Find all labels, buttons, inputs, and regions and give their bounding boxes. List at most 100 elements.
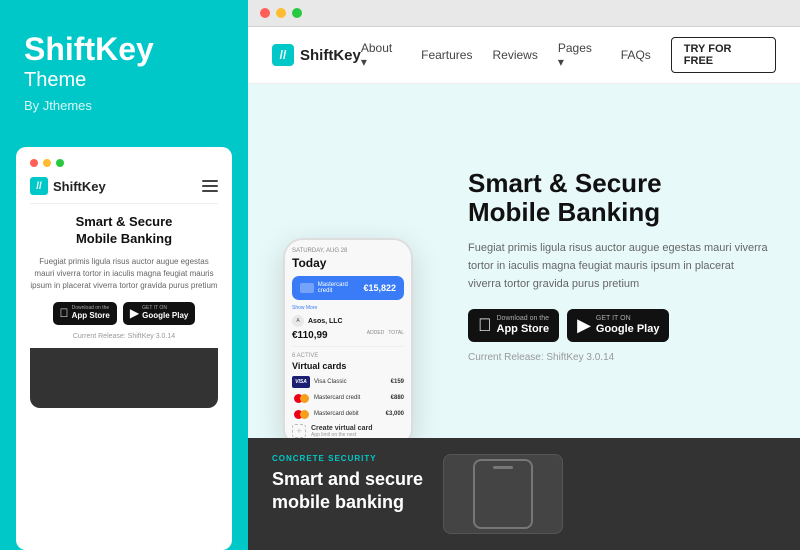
bottom-phone-notch <box>493 466 513 469</box>
google-play-icon: ▶ <box>577 315 591 336</box>
hero-store-buttons:  Download on the App Store ▶ GET IT ON … <box>468 309 770 342</box>
hero-app-store-text: Download on the App Store <box>497 315 550 336</box>
preview-app-store-big: App Store <box>72 311 110 321</box>
browser-dot-green[interactable] <box>292 8 302 18</box>
browser-dot-red[interactable] <box>260 8 270 18</box>
nav-about[interactable]: About ▾ <box>361 41 401 69</box>
phone-card-amount: €15,822 <box>363 283 396 293</box>
website-logo: // ShiftKey <box>272 44 361 66</box>
phone-visa-card-name: Visa Classic <box>314 379 347 385</box>
phone-card-left: Mastercard credit <box>300 282 363 294</box>
phone-date: SATURDAY, AUG 28 <box>292 248 404 254</box>
website-bottom-section: CONCRETE SECURITY Smart and securemobile… <box>248 438 800 550</box>
phone-card-row-mc2: Mastercard debit €3,000 <box>292 408 404 420</box>
hero-app-store-big: App Store <box>497 322 550 336</box>
hero-app-store-small: Download on the <box>497 315 550 322</box>
preview-nav: // ShiftKey <box>30 177 218 204</box>
main-area: // ShiftKey About ▾ Feartures Reviews Pa… <box>248 0 800 550</box>
sidebar-header: ShiftKey Theme By Jthemes <box>0 0 248 137</box>
phone-company-logo: A <box>292 315 304 327</box>
website-hero: SATURDAY, AUG 28 Today Mastercard credit… <box>248 84 800 438</box>
preview-google-play-button[interactable]: ▶ GET IT ON Google Play <box>123 302 195 325</box>
phone-mc2-amount: €3,000 <box>386 411 404 417</box>
phone-amount-row: €110,99 ADDED TOTAL <box>292 330 404 347</box>
hero-body: Fuegiat primis ligula risus auctor augue… <box>468 240 768 293</box>
website-logo-text: ShiftKey <box>300 47 361 64</box>
apple-store-icon:  <box>478 315 492 336</box>
hero-google-play-big: Google Play <box>596 322 660 336</box>
phone-mockup: SATURDAY, AUG 28 Today Mastercard credit… <box>283 238 413 438</box>
phone-section-heading: Virtual cards <box>292 361 404 371</box>
bottom-phone-preview <box>443 454 563 534</box>
website-logo-icon: // <box>272 44 294 66</box>
preview-app-store-text: Download on the App Store <box>72 306 110 321</box>
dot-green <box>56 159 64 167</box>
phone-add-card-label: Create virtual card <box>311 425 372 432</box>
phone-add-icon[interactable]: + <box>292 424 306 438</box>
bottom-tag: CONCRETE SECURITY <box>272 454 423 463</box>
hero-google-play-text: GET IT ON Google Play <box>596 315 660 336</box>
apple-icon:  <box>60 306 69 320</box>
preview-logo-text: ShiftKey <box>53 179 106 194</box>
hero-heading: Smart & SecureMobile Banking <box>468 169 770 229</box>
phone-add-card-row: + Create virtual card App limit on the n… <box>292 424 404 438</box>
website-bottom-text: CONCRETE SECURITY Smart and securemobile… <box>272 454 423 513</box>
mastercard-icon-2 <box>292 408 310 420</box>
phone-credit-card: Mastercard credit €15,822 <box>292 276 404 300</box>
preview-window-dots <box>30 159 218 167</box>
bottom-phone-outline-icon <box>473 459 533 529</box>
phone-card-row-left-mc1: Mastercard credit <box>292 392 360 404</box>
play-icon: ▶ <box>130 306 139 320</box>
phone-card-row-left: VISA Visa Classic <box>292 376 347 388</box>
preview-google-play-big: Google Play <box>142 311 188 321</box>
phone-screen: SATURDAY, AUG 28 Today Mastercard credit… <box>285 240 411 438</box>
browser-chrome <box>248 0 800 27</box>
hero-google-play-small: GET IT ON <box>596 315 660 322</box>
phone-card-label: Mastercard credit <box>318 282 364 294</box>
phone-add-card-text: Create virtual card App limit on the nex… <box>311 425 372 438</box>
nav-faqs[interactable]: FAQs <box>621 48 651 62</box>
sidebar: ShiftKey Theme By Jthemes // ShiftKey Sm… <box>0 0 248 550</box>
phone-mc1-amount: €880 <box>391 395 404 401</box>
phone-visa-amount: €159 <box>391 379 404 385</box>
preview-hamburger-icon[interactable] <box>202 180 218 192</box>
sidebar-title: ShiftKey <box>24 32 224 67</box>
preview-hero-title: Smart & SecureMobile Banking <box>30 214 218 248</box>
preview-logo-icon: // <box>30 177 48 195</box>
visa-card-icon: VISA <box>292 376 310 388</box>
phone-company-name: Asos, LLC <box>308 318 343 325</box>
nav-reviews[interactable]: Reviews <box>492 48 537 62</box>
hero-google-play-button[interactable]: ▶ GET IT ON Google Play <box>567 309 669 342</box>
mastercard-icon-1 <box>292 392 310 404</box>
nav-features[interactable]: Feartures <box>421 48 472 62</box>
phone-mc2-name: Mastercard debit <box>314 411 359 417</box>
hero-release-text: Current Release: ShiftKey 3.0.14 <box>468 352 770 363</box>
dot-yellow <box>43 159 51 167</box>
nav-pages[interactable]: Pages ▾ <box>558 41 601 69</box>
sidebar-preview-card: // ShiftKey Smart & SecureMobile Banking… <box>16 147 232 550</box>
phone-today: Today <box>292 256 404 270</box>
phone-company: A Asos, LLC <box>292 315 404 327</box>
dot-red <box>30 159 38 167</box>
preview-google-play-text: GET IT ON Google Play <box>142 306 188 321</box>
hero-text-area: Smart & SecureMobile Banking Fuegiat pri… <box>448 84 800 438</box>
sidebar-preview-bottom-dark <box>30 348 218 408</box>
phone-amount-labels: ADDED TOTAL <box>367 330 404 341</box>
phone-show-more[interactable]: Show More <box>292 305 404 311</box>
preview-app-store-button[interactable]:  Download on the App Store <box>53 302 117 325</box>
phone-section-count: 6 ACTIVE <box>292 353 404 359</box>
website-preview: // ShiftKey About ▾ Feartures Reviews Pa… <box>248 27 800 550</box>
hero-app-store-button[interactable]:  Download on the App Store <box>468 309 559 342</box>
website-nav: // ShiftKey About ▾ Feartures Reviews Pa… <box>248 27 800 84</box>
phone-card-row-left-mc2: Mastercard debit <box>292 408 359 420</box>
browser-dot-yellow[interactable] <box>276 8 286 18</box>
preview-logo: // ShiftKey <box>30 177 106 195</box>
phone-mc1-name: Mastercard credit <box>314 395 360 401</box>
website-nav-links: About ▾ Feartures Reviews Pages ▾ FAQs T… <box>361 37 776 73</box>
preview-hero-text: Fuegiat primis ligula risus auctor augue… <box>30 256 218 292</box>
phone-card-row-visa: VISA Visa Classic €159 <box>292 376 404 388</box>
nav-cta-button[interactable]: TRY FOR FREE <box>671 37 776 73</box>
card-chip-icon <box>300 283 314 293</box>
phone-add-card-sub: App limit on the next <box>311 432 372 438</box>
phone-amount-big: €110,99 <box>292 330 328 341</box>
